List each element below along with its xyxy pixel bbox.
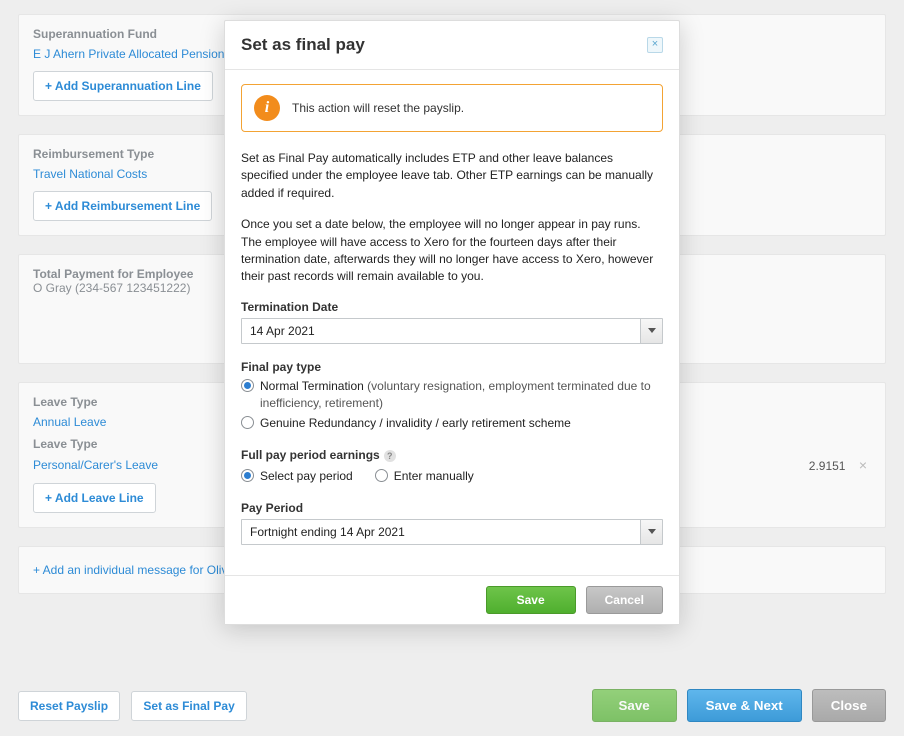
radio-genuine-redundancy[interactable] <box>241 416 254 429</box>
chevron-down-icon[interactable] <box>640 520 662 544</box>
help-icon[interactable]: ? <box>384 450 396 462</box>
chevron-down-icon[interactable] <box>640 319 662 343</box>
alert-text: This action will reset the payslip. <box>292 101 464 115</box>
full-pay-period-label: Full pay period earnings? <box>241 448 396 462</box>
termination-date-label: Termination Date <box>241 300 338 314</box>
radio-normal-label: Normal Termination (voluntary resignatio… <box>260 378 663 412</box>
final-pay-modal: Set as final pay × i This action will re… <box>224 20 680 625</box>
radio-normal-termination[interactable] <box>241 379 254 392</box>
final-pay-type-label: Final pay type <box>241 360 321 374</box>
radio-select-pay-period[interactable] <box>241 469 254 482</box>
modal-alert: i This action will reset the payslip. <box>241 84 663 132</box>
modal-overlay: Set as final pay × i This action will re… <box>0 0 904 736</box>
pay-period-value: Fortnight ending 14 Apr 2021 <box>242 520 640 544</box>
modal-title: Set as final pay <box>241 35 365 55</box>
pay-period-label: Pay Period <box>241 501 303 515</box>
radio-redundancy-label: Genuine Redundancy / invalidity / early … <box>260 415 571 432</box>
pay-period-select[interactable]: Fortnight ending 14 Apr 2021 <box>241 519 663 545</box>
termination-date-value: 14 Apr 2021 <box>242 319 640 343</box>
radio-select-period-label: Select pay period <box>260 468 353 485</box>
radio-enter-manual-label: Enter manually <box>394 468 474 485</box>
modal-cancel-button[interactable]: Cancel <box>586 586 663 614</box>
termination-date-select[interactable]: 14 Apr 2021 <box>241 318 663 344</box>
modal-save-button[interactable]: Save <box>486 586 576 614</box>
modal-para-2: Once you set a date below, the employee … <box>241 216 663 286</box>
close-icon[interactable]: × <box>647 37 663 53</box>
radio-enter-manually[interactable] <box>375 469 388 482</box>
modal-para-1: Set as Final Pay automatically includes … <box>241 150 663 202</box>
info-icon: i <box>254 95 280 121</box>
